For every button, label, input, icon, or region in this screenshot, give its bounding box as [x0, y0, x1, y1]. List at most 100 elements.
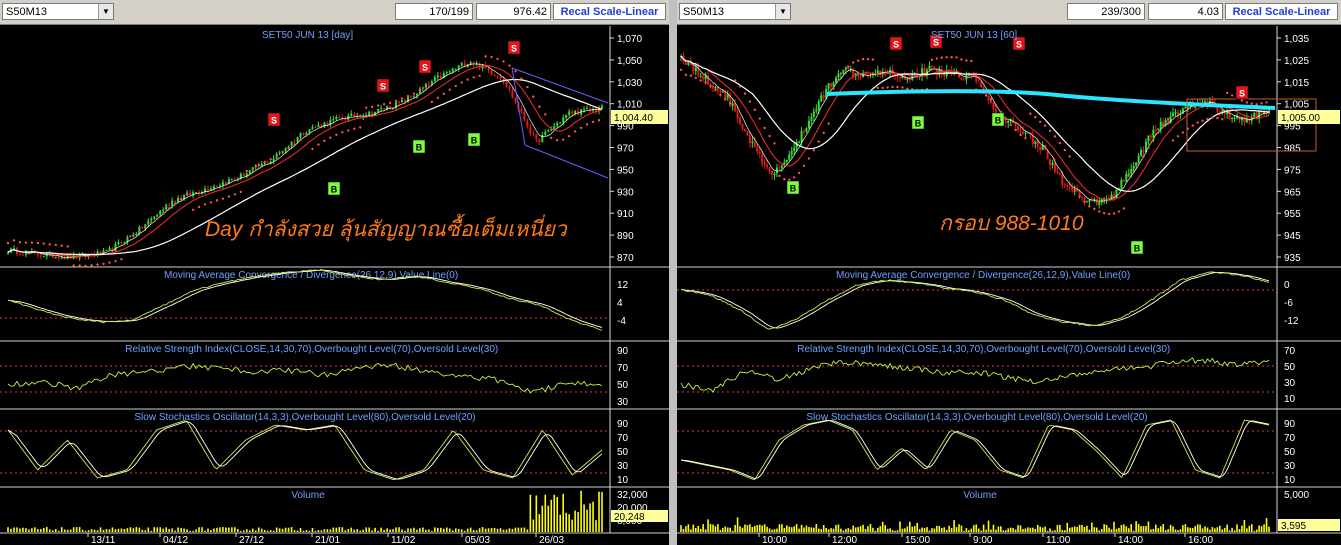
left-volume-bar	[7, 527, 9, 532]
right-volume-bar	[726, 527, 729, 532]
left-sar-dot	[221, 197, 225, 200]
right-volume-bar	[923, 528, 926, 532]
right-sar-dot	[768, 134, 771, 138]
right-sar-dot	[901, 86, 904, 89]
right-candle	[748, 135, 751, 143]
left-volume-bar	[46, 527, 48, 532]
left-volume-bar	[350, 527, 353, 532]
right-sar-dot	[970, 59, 973, 63]
left-volume-bar	[305, 530, 308, 532]
left-candle	[174, 200, 177, 202]
left-candle	[278, 152, 281, 154]
left-sar-dot	[305, 133, 308, 137]
right-volume-bar	[1174, 529, 1177, 532]
left-volume-bar	[583, 504, 585, 532]
left-chart-svg[interactable]: 1,0701,0501,0301,01099097095093091089087…	[0, 0, 669, 545]
left-candle	[338, 116, 341, 118]
right-signal-label: S	[893, 40, 899, 50]
right-volume-bar	[1046, 530, 1049, 532]
right-price-tick-label: 985	[1284, 144, 1301, 155]
right-volume-bar	[1041, 527, 1044, 532]
left-candle	[215, 186, 218, 188]
right-candle	[820, 95, 823, 102]
left-candle	[547, 130, 550, 132]
left-sar-dot	[78, 264, 81, 267]
left-volume-bar	[75, 527, 78, 532]
right-candle	[1164, 120, 1167, 125]
right-sar-dot	[792, 176, 796, 179]
right-volume-bar	[793, 526, 795, 532]
right-chart-svg[interactable]: 1,0351,0251,0151,00599598597596595594593…	[677, 0, 1341, 545]
left-sar-dot	[520, 77, 523, 80]
right-price-tick-label: 1,025	[1284, 56, 1309, 67]
left-rsi-title: Relative Strength Index(CLOSE,14,30,70),…	[125, 344, 498, 355]
right-sar-dot	[856, 59, 860, 62]
left-candle	[508, 86, 511, 90]
left-volume-bar	[448, 528, 451, 532]
right-volume-bar	[712, 524, 714, 532]
left-volume-bar	[431, 530, 433, 532]
right-chart-title: SET50 JUN 13 [60]	[931, 30, 1017, 41]
right-candle	[1034, 141, 1037, 144]
right-volume-bar	[1063, 530, 1066, 532]
right-rsi-tick-label: 10	[1284, 394, 1296, 405]
left-candle	[377, 108, 380, 112]
left-sar-dot	[514, 70, 517, 73]
right-volume-bar	[1029, 527, 1032, 532]
right-volume-bar	[1012, 528, 1014, 532]
right-volume-bar	[783, 527, 786, 532]
left-volume-bar	[99, 527, 102, 532]
right-volume-bar	[1056, 525, 1059, 532]
left-volume-bar	[293, 530, 296, 532]
right-candle	[1122, 180, 1125, 182]
right-volume-bar	[835, 525, 837, 532]
left-volume-bar	[135, 527, 138, 532]
right-volume-bar	[736, 517, 739, 532]
left-sar-dot	[233, 193, 237, 196]
right-candle	[1085, 201, 1088, 203]
left-rsi-tick-label: 50	[617, 380, 629, 391]
right-volume-bar	[943, 527, 946, 532]
right-volume-bar	[773, 529, 776, 532]
right-volume-bar	[790, 527, 793, 532]
right-candle	[684, 62, 687, 65]
left-candle	[562, 117, 565, 123]
left-volume-bar	[111, 527, 114, 532]
left-sar-dot	[179, 197, 183, 201]
left-volume-bar	[428, 529, 430, 532]
left-volume-bar	[138, 527, 141, 532]
right-volume-bar	[1152, 528, 1155, 532]
right-candle	[1066, 185, 1069, 187]
left-candle	[332, 119, 335, 121]
right-volume-bar	[1115, 528, 1118, 532]
left-candle	[487, 68, 490, 71]
right-candle	[699, 75, 702, 77]
left-candle	[412, 95, 415, 97]
left-sar-dot	[370, 105, 374, 109]
left-candle	[293, 141, 296, 143]
left-volume-bar	[541, 505, 544, 532]
right-volume-bar	[761, 525, 763, 532]
left-candle	[266, 162, 269, 164]
left-volume-bar	[126, 528, 129, 532]
left-volume-bar	[580, 490, 582, 532]
left-volume-bar	[559, 514, 562, 532]
left-candle	[54, 256, 57, 258]
left-candle	[532, 133, 535, 135]
left-candle	[559, 122, 562, 124]
right-volume-bar	[803, 527, 805, 532]
pane-divider[interactable]	[669, 0, 677, 545]
left-candle	[380, 108, 383, 110]
left-volume-bar	[386, 528, 388, 532]
right-volume-bar	[963, 530, 965, 532]
right-volume-bar	[926, 527, 928, 532]
left-volume-bar	[272, 530, 275, 532]
right-volume-bar	[825, 528, 827, 532]
left-sar-dot	[359, 126, 362, 129]
left-sar-dot	[323, 139, 326, 143]
right-price-tick-label: 945	[1284, 231, 1301, 242]
left-candle	[586, 108, 589, 110]
left-sar-dot	[114, 260, 117, 263]
right-volume-bar	[719, 529, 722, 532]
left-sar-dot	[66, 245, 69, 248]
